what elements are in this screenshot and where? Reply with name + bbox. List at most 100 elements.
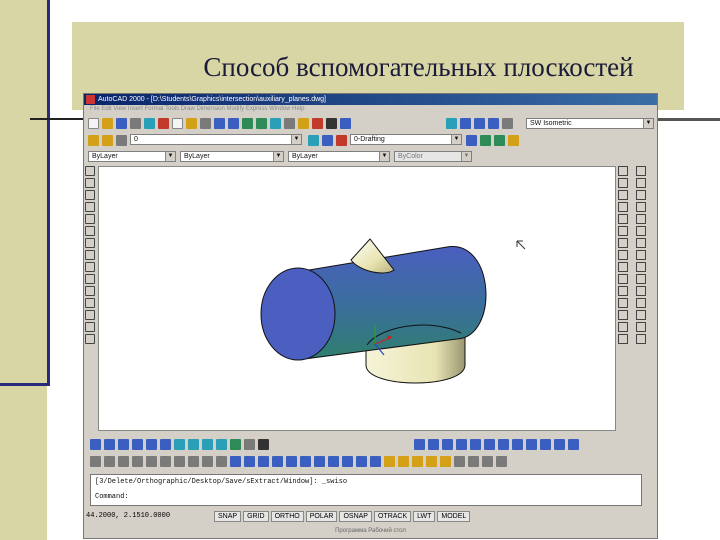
cylinder-icon[interactable] xyxy=(118,438,129,450)
dim-aligned-icon[interactable] xyxy=(636,178,646,188)
hatch-icon[interactable] xyxy=(85,310,95,320)
setup-drawing-icon[interactable] xyxy=(244,438,255,450)
3d-array-icon[interactable] xyxy=(482,455,493,467)
mirror-icon[interactable] xyxy=(618,190,628,200)
osnap-toggle[interactable]: OSNAP xyxy=(339,510,372,522)
surface-sphere-icon[interactable] xyxy=(174,455,185,467)
layer-combo[interactable]: 0 ▼ xyxy=(130,134,302,145)
lineweight-combo[interactable]: ByLayer ▼ xyxy=(288,151,390,162)
text-style-icon[interactable] xyxy=(336,134,347,146)
left-view-icon[interactable] xyxy=(488,117,499,129)
named-view-combo[interactable]: SW Isometric ▼ xyxy=(526,118,654,129)
ucs-zaxis-icon[interactable] xyxy=(314,455,325,467)
arc-icon[interactable] xyxy=(85,226,95,236)
ucs-view-icon[interactable] xyxy=(286,455,297,467)
make-block-icon[interactable] xyxy=(85,286,95,296)
pan-icon[interactable] xyxy=(242,117,253,129)
dim-update-icon[interactable] xyxy=(636,334,646,344)
sphere-icon[interactable] xyxy=(104,438,115,450)
new-icon[interactable] xyxy=(88,117,99,129)
command-window[interactable]: [3/Delete/Orthographic/Desktop/Save/sExt… xyxy=(90,474,642,506)
continue-bottom-icon[interactable] xyxy=(526,438,537,450)
dim-diameter-bottom-icon[interactable] xyxy=(470,438,481,450)
center-bottom-icon[interactable] xyxy=(568,438,579,450)
copy-icon[interactable] xyxy=(172,117,183,129)
ellipse-icon[interactable] xyxy=(85,262,95,272)
extrude-icon[interactable] xyxy=(174,438,185,450)
undo-icon[interactable] xyxy=(214,117,225,129)
dim-aligned-bottom-icon[interactable] xyxy=(428,438,439,450)
orbit-icon[interactable] xyxy=(446,117,457,129)
box-icon[interactable] xyxy=(90,438,101,450)
baseline-bottom-icon[interactable] xyxy=(512,438,523,450)
make-layer-current-icon[interactable] xyxy=(308,134,319,146)
section-icon[interactable] xyxy=(216,438,227,450)
ucs-z-icon[interactable] xyxy=(370,455,381,467)
copy-object-icon[interactable] xyxy=(618,178,628,188)
dim-ordinate-icon[interactable] xyxy=(636,190,646,200)
surface-torus-icon[interactable] xyxy=(216,455,227,467)
zoom-realtime-icon[interactable] xyxy=(256,117,267,129)
properties-icon[interactable] xyxy=(298,117,309,129)
chamfer-icon[interactable] xyxy=(618,310,628,320)
cone-icon[interactable] xyxy=(132,438,143,450)
linetype-combo[interactable]: ByLayer ▼ xyxy=(180,151,284,162)
offset-icon[interactable] xyxy=(618,202,628,212)
save-icon[interactable] xyxy=(116,117,127,129)
dim-linear-bottom-icon[interactable] xyxy=(414,438,425,450)
snap-toggle[interactable]: SNAP xyxy=(214,510,242,522)
continue-dim-icon[interactable] xyxy=(636,262,646,272)
circle-icon[interactable] xyxy=(85,238,95,248)
leader-bottom-icon[interactable] xyxy=(540,438,551,450)
ucs-world-icon[interactable] xyxy=(244,455,255,467)
zoom-previous-icon[interactable] xyxy=(284,117,295,129)
construction-line-icon[interactable] xyxy=(85,178,95,188)
point-icon[interactable] xyxy=(85,298,95,308)
front-view-icon[interactable] xyxy=(474,117,485,129)
2d-solid-icon[interactable] xyxy=(90,455,101,467)
model-toggle[interactable]: MODEL xyxy=(437,510,471,522)
design-center-icon[interactable] xyxy=(312,117,323,129)
table-icon[interactable] xyxy=(466,134,477,146)
calculator-icon[interactable] xyxy=(326,117,337,129)
cut-icon[interactable] xyxy=(158,117,169,129)
hyperlink-icon[interactable] xyxy=(508,134,519,146)
lwt-toggle[interactable]: LWT xyxy=(413,510,436,522)
print-icon[interactable] xyxy=(130,117,141,129)
otrack-toggle[interactable]: OTRACK xyxy=(373,510,412,522)
match-properties-icon[interactable] xyxy=(200,117,211,129)
tolerance-bottom-icon[interactable] xyxy=(554,438,565,450)
shade-icon[interactable] xyxy=(502,117,513,129)
stretch-icon[interactable] xyxy=(618,262,628,272)
line-icon[interactable] xyxy=(85,166,95,176)
ucs-y-icon[interactable] xyxy=(356,455,367,467)
break-icon[interactable] xyxy=(618,298,628,308)
slice-icon[interactable] xyxy=(202,438,213,450)
dome-icon[interactable] xyxy=(188,455,199,467)
dish-icon[interactable] xyxy=(202,455,213,467)
extend-icon[interactable] xyxy=(618,286,628,296)
ucs-object-icon[interactable] xyxy=(258,455,269,467)
scale-icon[interactable] xyxy=(618,250,628,260)
plot-style-icon[interactable] xyxy=(480,134,491,146)
move-icon[interactable] xyxy=(618,226,628,236)
plotstyle-combo[interactable]: ByColor ▼ xyxy=(394,151,472,162)
center-mark-icon[interactable] xyxy=(636,298,646,308)
surface-box-icon[interactable] xyxy=(118,455,129,467)
region-icon[interactable] xyxy=(85,322,95,332)
3d-face-icon[interactable] xyxy=(104,455,115,467)
drawing-area[interactable] xyxy=(98,166,616,431)
multiline-text-icon[interactable] xyxy=(85,334,95,344)
3d-rotate-icon[interactable] xyxy=(454,455,465,467)
insert-block-icon[interactable] xyxy=(85,274,95,284)
spline-icon[interactable] xyxy=(85,250,95,260)
menu-bar[interactable]: File Edit View Insert Format Tools Draw … xyxy=(84,105,657,114)
wedge-icon[interactable] xyxy=(146,438,157,450)
dim-angular-icon[interactable] xyxy=(636,226,646,236)
polyline-icon[interactable] xyxy=(85,190,95,200)
help-icon[interactable] xyxy=(340,117,351,129)
surface-wedge-icon[interactable] xyxy=(132,455,143,467)
tolerance-icon[interactable] xyxy=(636,286,646,296)
polygon-icon[interactable] xyxy=(85,202,95,212)
top-view-icon[interactable] xyxy=(460,117,471,129)
